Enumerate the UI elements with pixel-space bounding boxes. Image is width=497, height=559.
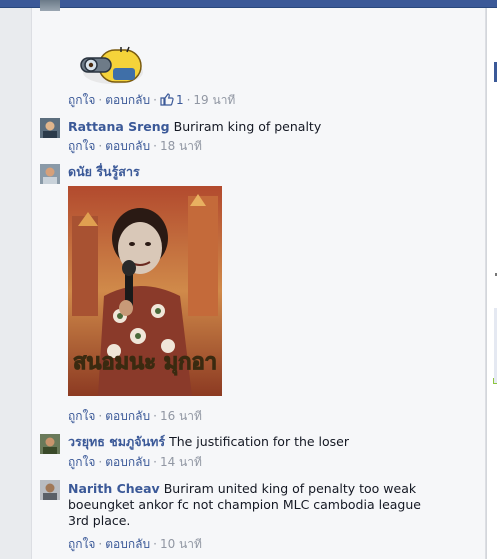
like-link[interactable]: ถูกใจ	[68, 139, 95, 153]
separator-dot: ·	[186, 93, 191, 107]
avatar[interactable]	[40, 118, 60, 138]
comment-photo[interactable]: สนอมนะ มุกอา	[68, 186, 222, 396]
comment-author[interactable]: วรยุทธ ชมภูจันทร์	[68, 434, 165, 449]
separator-dot: ·	[98, 537, 103, 551]
timestamp[interactable]: 10 นาที	[160, 537, 202, 551]
comment-body: ดนัย รื่นรู้สาร	[68, 164, 468, 180]
comment-actions: ถูกใจ · ตอบกลับ · 10 นาที	[68, 536, 202, 552]
comment-author[interactable]: Rattana Sreng	[68, 119, 170, 134]
comment-text-line: boeungket ankor fc not champion MLC camb…	[68, 497, 421, 512]
previous-comment-avatar	[40, 0, 60, 11]
reply-link[interactable]: ตอบกลับ	[105, 537, 150, 551]
avatar[interactable]	[40, 480, 60, 500]
reply-link[interactable]: ตอบกลับ	[105, 409, 150, 423]
top-navigation-bar	[0, 0, 497, 8]
comment-body: วรยุทธ ชมภูจันทร์ The justification for t…	[68, 434, 468, 450]
right-sidebar	[486, 8, 497, 559]
separator-dot: ·	[153, 139, 157, 153]
reply-link[interactable]: ตอบกลับ	[105, 455, 150, 469]
separator-dot: ·	[153, 537, 157, 551]
reply-link[interactable]: ตอบกลับ	[105, 93, 150, 107]
separator-dot: ·	[98, 455, 103, 469]
separator-dot: ·	[98, 139, 103, 153]
comment-body: Narith Cheav Buriram united king of penal…	[68, 481, 468, 529]
comment-actions: ถูกใจ · ตอบกลับ · 18 นาที	[68, 138, 202, 154]
avatar[interactable]	[40, 434, 60, 454]
timestamp[interactable]: 16 นาที	[160, 409, 202, 423]
separator-dot: ·	[153, 93, 157, 107]
timestamp[interactable]: 14 นาที	[160, 455, 202, 469]
timestamp[interactable]: 18 นาที	[160, 139, 202, 153]
comment-actions: ถูกใจ · ตอบกลับ · 14 นาที	[68, 454, 202, 470]
separator-dot: ·	[98, 409, 103, 423]
comment-actions: ถูกใจ · ตอบกลับ · 16 นาที	[68, 408, 202, 424]
separator-dot: ·	[153, 409, 157, 423]
comment-text-line: Buriram united king of penalty too weak	[163, 481, 417, 496]
avatar[interactable]	[40, 164, 60, 184]
like-link[interactable]: ถูกใจ	[68, 93, 95, 107]
comment-text-line: 3rd place.	[68, 513, 131, 528]
like-count[interactable]: 1	[176, 93, 184, 107]
comment-author[interactable]: Narith Cheav	[68, 481, 160, 496]
separator-dot: ·	[98, 93, 103, 107]
comment-author[interactable]: ดนัย รื่นรู้สาร	[68, 164, 140, 179]
timestamp[interactable]: 19 นาที	[193, 93, 235, 107]
thumbs-up-icon[interactable]	[160, 93, 174, 110]
like-link[interactable]: ถูกใจ	[68, 537, 95, 551]
like-link[interactable]: ถูกใจ	[68, 455, 95, 469]
photo-caption: สนอมนะ มุกอา	[73, 350, 217, 376]
reply-link[interactable]: ตอบกลับ	[105, 139, 150, 153]
comment-body: Rattana Sreng Buriram king of penalty	[68, 119, 468, 135]
comment-actions: ถูกใจ · ตอบกลับ · 1 · 19 นาที	[68, 92, 235, 108]
like-link[interactable]: ถูกใจ	[68, 409, 95, 423]
comment-text: Buriram king of penalty	[173, 119, 322, 134]
minion-sticker-icon	[77, 44, 145, 88]
separator-dot: ·	[153, 455, 157, 469]
comment-text: The justification for the loser	[169, 434, 350, 449]
